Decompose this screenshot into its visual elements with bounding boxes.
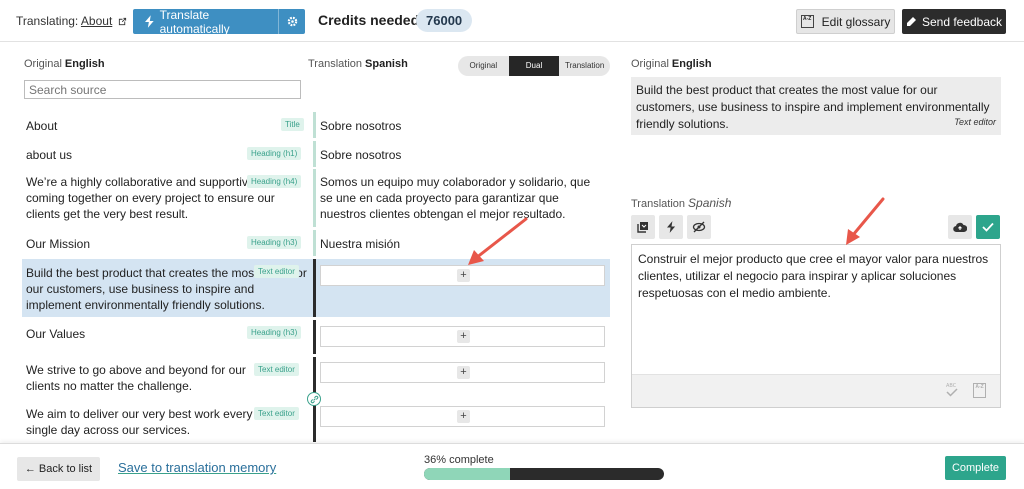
- segment-translation[interactable]: Sobre nosotros: [320, 147, 606, 163]
- segment-type-tag: Heading (h3): [247, 326, 302, 339]
- add-translation-button[interactable]: +: [457, 366, 470, 379]
- view-mode-toggle: Original Dual Translation: [458, 56, 610, 76]
- segment-translation-empty[interactable]: +: [320, 406, 605, 427]
- translate-automatically-main[interactable]: Translate automatically: [133, 8, 278, 36]
- segment-type-tag: Heading (h3): [247, 236, 302, 249]
- segment-row[interactable]: About Title Sobre nosotros: [22, 112, 610, 138]
- segment-divider: [313, 112, 316, 138]
- spellcheck-icon[interactable]: ABC: [944, 381, 960, 399]
- lightning-icon: [145, 15, 154, 28]
- segment-translation[interactable]: Sobre nosotros: [320, 118, 606, 134]
- external-link-icon[interactable]: [118, 17, 127, 26]
- translate-automatically-button[interactable]: Translate automatically: [133, 8, 305, 36]
- svg-text:ABC: ABC: [946, 383, 957, 389]
- progress-bar: [424, 468, 664, 480]
- translating-label: Translating:: [16, 14, 79, 28]
- translation-editor-text[interactable]: Construir el mejor producto que cree el …: [638, 251, 994, 302]
- link-icon: [310, 395, 318, 403]
- view-original-option[interactable]: Original: [458, 56, 509, 76]
- add-translation-button[interactable]: +: [457, 410, 470, 423]
- target-heading-prefix: Translation: [308, 58, 363, 70]
- editor-footer: ABC A-Z: [632, 374, 1000, 407]
- gear-icon: [287, 16, 297, 27]
- send-feedback-label: Send feedback: [921, 14, 1003, 29]
- target-language: Spanish: [365, 58, 408, 70]
- detail-translation-heading: Translation Spanish: [631, 196, 731, 210]
- segment-divider: [313, 401, 316, 442]
- source-language: English: [64, 58, 105, 70]
- glossary-icon[interactable]: A-Z: [973, 383, 986, 398]
- segment-source: We strive to go above and beyond for our…: [26, 363, 246, 393]
- checkmark-icon: [982, 222, 994, 232]
- machine-translate-button[interactable]: [659, 215, 683, 239]
- copy-source-button[interactable]: [631, 215, 655, 239]
- progress-bar-fill: [424, 468, 511, 480]
- view-dual-option[interactable]: Dual: [508, 56, 560, 76]
- target-column-heading: Translation Spanish: [308, 58, 408, 70]
- segment-translation-empty[interactable]: +: [320, 362, 605, 383]
- auto-translate-settings-button[interactable]: [279, 16, 305, 27]
- credits-badge: 76000: [416, 9, 473, 32]
- eye-slash-icon: [692, 221, 706, 233]
- view-translation-option[interactable]: Translation: [559, 56, 610, 76]
- page-link[interactable]: About: [81, 14, 112, 28]
- cloud-upload-icon: [953, 222, 967, 232]
- complete-button[interactable]: Complete: [945, 456, 1006, 480]
- bottom-bar: ← Back to list Save to translation memor…: [0, 443, 1024, 489]
- segment-divider: [313, 141, 316, 167]
- segment-source: We aim to deliver our very best work eve…: [26, 407, 253, 437]
- progress-label: 36% complete: [424, 454, 494, 466]
- translate-automatically-label: Translate automatically: [159, 7, 230, 36]
- segment-type-tag: Heading (h4): [247, 175, 302, 188]
- segment-row[interactable]: Our Values Heading (h3) +: [22, 320, 610, 354]
- segment-type-tag: Text editor: [254, 407, 299, 420]
- segment-type-tag: Title: [281, 118, 304, 131]
- segment-type-tag: Text editor: [254, 265, 299, 278]
- segment-divider: [313, 320, 316, 354]
- confirm-translation-button[interactable]: [976, 215, 1000, 239]
- segment-source: About: [26, 119, 58, 133]
- detail-original-type: Text editor: [954, 117, 996, 127]
- segment-divider: [313, 169, 316, 227]
- edit-glossary-button[interactable]: A-Z Edit glossary: [796, 9, 895, 34]
- segment-translation-empty[interactable]: +: [320, 326, 605, 347]
- source-column-heading: Original English: [24, 58, 105, 70]
- lightning-icon: [666, 221, 675, 233]
- segment-divider: [313, 357, 316, 397]
- segment-row[interactable]: We aim to deliver our very best work eve…: [22, 401, 610, 442]
- translation-editor[interactable]: Construir el mejor producto que cree el …: [631, 244, 1001, 408]
- toggle-preview-button[interactable]: [687, 215, 711, 239]
- glossary-icon: A-Z: [800, 15, 814, 28]
- segment-row[interactable]: We strive to go above and beyond for our…: [22, 357, 610, 397]
- segment-type-tag: Heading (h1): [247, 147, 302, 160]
- upload-cloud-button[interactable]: [948, 215, 972, 239]
- source-heading-prefix: Original: [24, 58, 62, 70]
- send-feedback-button[interactable]: Send feedback: [902, 9, 1006, 34]
- save-to-translation-memory-link[interactable]: Save to translation memory: [118, 460, 276, 475]
- edit-glossary-label: Edit glossary: [821, 14, 891, 29]
- sync-scroll-link-button[interactable]: [307, 392, 321, 406]
- top-bar: Translating: About Translate automatical…: [0, 0, 1024, 42]
- copy-icon: [637, 222, 648, 233]
- add-translation-button[interactable]: +: [457, 269, 470, 282]
- add-translation-button[interactable]: +: [457, 330, 470, 343]
- annotation-arrow: [846, 197, 885, 245]
- segment-divider: [313, 259, 316, 317]
- detail-translation-language: Spanish: [688, 196, 732, 210]
- pencil-icon: [906, 16, 916, 26]
- segment-type-tag: Text editor: [254, 363, 299, 376]
- annotation-arrow: [468, 217, 528, 265]
- detail-original-text-box: Build the best product that creates the …: [631, 77, 1001, 135]
- detail-original-text: Build the best product that creates the …: [636, 83, 990, 131]
- segment-divider: [313, 230, 316, 256]
- detail-original-prefix: Original: [631, 58, 669, 70]
- detail-translation-prefix: Translation: [631, 198, 686, 210]
- search-source-input[interactable]: [24, 80, 301, 99]
- detail-original-heading: Original English: [631, 58, 712, 70]
- detail-original-language: English: [671, 58, 712, 70]
- segment-row[interactable]: about us Heading (h1) Sobre nosotros: [22, 141, 610, 167]
- back-to-list-button[interactable]: ← Back to list: [17, 457, 100, 481]
- translating-info: Translating: About: [16, 14, 127, 28]
- credits-needed-label: Credits needed: [318, 12, 420, 28]
